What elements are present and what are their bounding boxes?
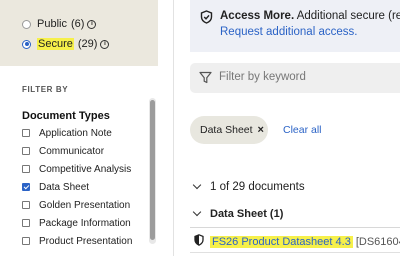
visibility-option-secure[interactable]: Secure (29) i <box>22 36 110 52</box>
filter-by-heading: FILTER BY <box>22 85 69 94</box>
document-row: FS26 Product Datasheet 4.3 [DS616043] <box>194 234 400 249</box>
banner-text: Access More. Additional secure (rest <box>220 10 400 22</box>
keyword-filter-input[interactable]: Filter by keyword <box>190 63 400 93</box>
group-data-sheet-toggle[interactable]: Data Sheet (1) <box>192 207 284 220</box>
checkbox[interactable] <box>22 147 30 155</box>
document-id: [DS616043] <box>355 235 400 248</box>
page: Public (6) i Secure (29) i FILTER BY Doc… <box>0 0 400 256</box>
access-banner: Access More. Additional secure (rest Req… <box>190 0 400 52</box>
request-access-link[interactable]: Request additional access. <box>220 26 357 38</box>
filter-label: Product Presentation <box>39 235 133 247</box>
visibility-option-public[interactable]: Public (6) i <box>22 16 97 32</box>
filter-product-presentation[interactable]: Product Presentation <box>22 233 132 249</box>
checkbox[interactable] <box>22 165 30 173</box>
active-filter-chip[interactable]: Data Sheet × <box>190 116 268 144</box>
visibility-box: Public (6) i Secure (29) i <box>0 0 158 66</box>
checkbox[interactable] <box>22 237 30 245</box>
banner-body: Additional secure (rest <box>296 10 400 22</box>
clear-all-link[interactable]: Clear all <box>283 124 322 136</box>
checkbox[interactable] <box>22 201 30 209</box>
filter-label: Package Information <box>39 217 131 229</box>
filter-funnel-icon <box>199 71 212 89</box>
radio-secure[interactable] <box>22 39 31 49</box>
chevron-down-icon <box>192 180 202 190</box>
visibility-label-secure: Secure <box>37 38 74 50</box>
info-icon[interactable]: i <box>87 19 97 29</box>
document-types-title: Document Types <box>22 110 110 122</box>
document-link[interactable]: FS26 Product Datasheet 4.3 <box>210 235 353 248</box>
filter-package-information[interactable]: Package Information <box>22 215 131 231</box>
checkbox[interactable] <box>22 129 30 137</box>
filter-label: Communicator <box>39 145 105 157</box>
divider <box>190 252 400 253</box>
radio-public[interactable] <box>22 19 31 29</box>
filter-competitive-analysis[interactable]: Competitive Analysis <box>22 161 131 177</box>
checkbox[interactable] <box>22 219 30 227</box>
chip-label: Data Sheet <box>200 124 253 136</box>
filter-communicator[interactable]: Communicator <box>22 143 104 159</box>
close-icon[interactable]: × <box>258 124 264 136</box>
banner-title: Access More. <box>220 10 295 22</box>
divider <box>190 227 400 228</box>
panel-divider <box>173 0 174 256</box>
filter-data-sheet[interactable]: Data Sheet <box>22 179 89 195</box>
filter-label: Data Sheet <box>39 181 90 193</box>
visibility-label-public: Public <box>37 18 67 30</box>
filter-sidebar: Public (6) i Secure (29) i FILTER BY Doc… <box>0 0 170 256</box>
group-label: Data Sheet (1) <box>210 208 284 220</box>
search-placeholder: Filter by keyword <box>219 71 306 83</box>
info-icon[interactable]: i <box>100 39 110 49</box>
filter-label: Golden Presentation <box>39 199 131 211</box>
chevron-down-icon <box>192 207 202 217</box>
results-count-toggle[interactable]: 1 of 29 documents <box>192 180 305 193</box>
results-count: 1 of 29 documents <box>210 181 305 193</box>
filter-application-note[interactable]: Application Note <box>22 125 112 141</box>
filter-label: Application Note <box>39 127 112 139</box>
filter-label: Competitive Analysis <box>39 163 132 175</box>
scrollbar-thumb[interactable] <box>150 100 155 240</box>
visibility-count-public: (6) <box>70 18 85 30</box>
shield-check-icon <box>200 10 213 29</box>
checkbox-checked[interactable] <box>22 183 30 191</box>
filter-golden-presentation[interactable]: Golden Presentation <box>22 197 130 213</box>
visibility-count-secure: (29) <box>77 38 98 50</box>
shield-icon <box>194 234 204 249</box>
